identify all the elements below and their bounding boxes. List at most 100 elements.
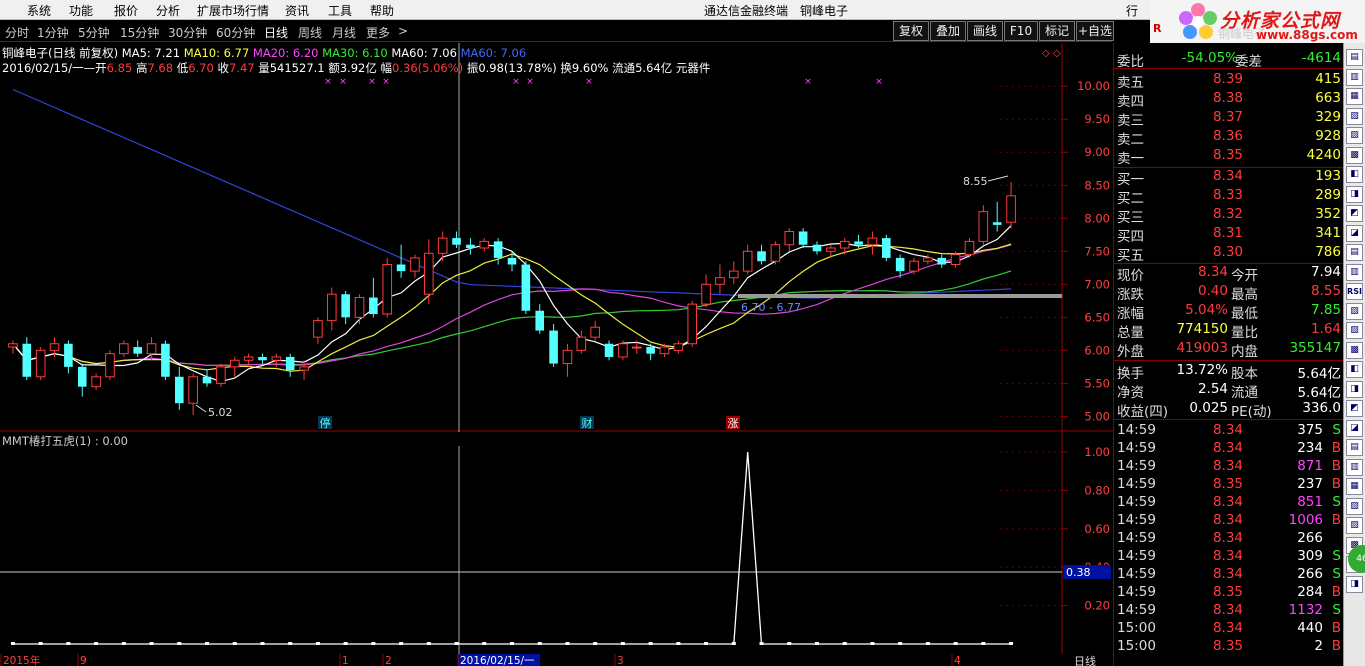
sidebar-tool-9-icon[interactable]: ◩ [1346, 205, 1363, 222]
tick-time: 14:59 [1117, 548, 1156, 564]
menu-quote[interactable]: 报价 [114, 2, 138, 19]
bid-label: 买四 [1117, 229, 1144, 245]
tick-price: 8.34 [1212, 620, 1243, 636]
menu-tools[interactable]: 工具 [328, 2, 352, 19]
candlestick-chart[interactable]: 10.00 9.50 9.00 8.50 8.00 7.50 7.00 6.50 6.00 5.5… [0, 43, 1113, 432]
expand-icon: ◇ [1042, 48, 1050, 59]
candle-body-up [424, 252, 434, 295]
tick-price: 8.34 [1212, 566, 1243, 582]
stat-row: 涨跌 0.40 最高 8.55 [1117, 283, 1343, 303]
f10-button[interactable]: F10 [1004, 21, 1038, 41]
sidebar-tool-22-icon[interactable]: ▥ [1346, 458, 1363, 476]
ma60b-label: MA60: 7.06 [460, 46, 527, 60]
candle-body-down [757, 251, 766, 262]
menu-extended-market[interactable]: 扩展市场行情 [197, 2, 269, 19]
sidebar-tool-21-icon[interactable]: ▤ [1346, 439, 1363, 456]
sidebar-tool-20-icon[interactable]: ◪ [1346, 419, 1363, 437]
sidebar-tool-15-icon[interactable]: ▨ [1346, 322, 1363, 339]
menu-system[interactable]: 系统 [27, 2, 51, 19]
sidebar-tool-11-icon[interactable]: ▤ [1346, 244, 1363, 261]
period-weekly[interactable]: 周线 [298, 24, 322, 41]
add-watchlist-button[interactable]: +自选 [1076, 21, 1114, 41]
sidebar-tool-1-icon[interactable]: ▤ [1346, 49, 1363, 66]
sidebar-tool-14-icon[interactable]: ▧ [1346, 302, 1363, 320]
ind-tick-label: 0.20 [1084, 599, 1110, 613]
period-15min[interactable]: 15分钟 [120, 24, 159, 41]
sidebar-tool-5-icon[interactable]: ▨ [1346, 127, 1363, 144]
indicator-title: MMT椿打五虎(1) : 0.00 [2, 434, 128, 448]
tick-row: 14:59 8.35 237 B [1117, 476, 1343, 494]
sidebar-tool-23-icon[interactable]: ▦ [1346, 478, 1363, 495]
tick-row: 14:59 8.35 284 B [1117, 584, 1343, 602]
chg-value: 0.36(5.06%) [392, 61, 464, 75]
indicator-dot [981, 642, 986, 645]
ma30-label: MA30: 6.10 [322, 46, 388, 60]
menu-info[interactable]: 资讯 [285, 2, 309, 19]
overlay-button[interactable]: 叠加 [930, 21, 966, 41]
chevron-right-icon[interactable]: > [398, 24, 408, 38]
turn-value: 9.60% [571, 61, 609, 75]
low-price-label: 5.02 [208, 406, 233, 419]
candle-body-up [354, 297, 365, 318]
period-5min[interactable]: 5分钟 [78, 24, 110, 41]
sidebar-tool-19-icon[interactable]: ◩ [1346, 400, 1363, 417]
ma60-label: MA60: 7.06 [391, 46, 457, 60]
period-more[interactable]: 更多 [366, 24, 390, 41]
candle-body-down [521, 264, 531, 311]
indicator-dot [399, 642, 404, 645]
stat-value: 5.04% [1185, 302, 1228, 318]
menu-help[interactable]: 帮助 [370, 2, 394, 19]
tick-price: 8.34 [1212, 422, 1243, 438]
candle-body-down [646, 347, 655, 354]
menu-analysis[interactable]: 分析 [156, 2, 180, 19]
mark-button[interactable]: 标记 [1039, 21, 1075, 41]
period-1min[interactable]: 1分钟 [37, 24, 69, 41]
bid-row: 买二 8.33 289 [1117, 187, 1343, 207]
indicator-dot [870, 642, 875, 645]
sidebar-tool-18-icon[interactable]: ◨ [1346, 380, 1363, 398]
sidebar-tool-25-icon[interactable]: ▨ [1346, 517, 1363, 534]
menu-function[interactable]: 功能 [69, 2, 93, 19]
period-daily[interactable]: 日线 [264, 24, 288, 41]
sidebar-tool-6-icon[interactable]: ▩ [1346, 146, 1363, 164]
sidebar-tool-2-icon[interactable]: ▥ [1346, 68, 1363, 86]
period-fenshi[interactable]: 分时 [5, 24, 29, 41]
bid-price: 8.31 [1212, 225, 1243, 241]
ind-tick-label: 0.80 [1084, 483, 1110, 497]
tick-row: 14:59 8.34 1006 B [1117, 512, 1343, 530]
sidebar-tool-28-icon[interactable]: ◨ [1346, 575, 1363, 593]
sidebar-tool-3-icon[interactable]: ▦ [1346, 88, 1363, 105]
sidebar-tool-12-icon[interactable]: ▥ [1346, 263, 1363, 281]
sidebar-tool-10-icon[interactable]: ◪ [1346, 224, 1363, 242]
sidebar-tool-8-icon[interactable]: ◨ [1346, 185, 1363, 203]
sidebar-tool-17-icon[interactable]: ◧ [1346, 361, 1363, 378]
ask-volume: 4240 [1306, 147, 1341, 163]
indicator-dot [925, 642, 930, 645]
tick-time: 14:59 [1117, 584, 1156, 600]
fuquan-button[interactable]: 复权 [893, 21, 929, 41]
indicator-dot [676, 642, 681, 645]
open-label: 开 [95, 61, 107, 75]
period-label: 日线 [1074, 654, 1096, 666]
draw-button[interactable]: 画线 [967, 21, 1003, 41]
sidebar-tool-16-icon[interactable]: ▩ [1346, 341, 1363, 359]
weibi-label: 委比 [1117, 54, 1144, 70]
menu-right-item[interactable]: 行 [1126, 2, 1138, 19]
sidebar-tool-13-icon[interactable]: RSI [1346, 283, 1363, 300]
candle-body-up [576, 336, 587, 351]
candle-body-up [826, 247, 836, 252]
period-monthly[interactable]: 月线 [332, 24, 356, 41]
cursor-value: 0.38 [1066, 566, 1091, 579]
period-60min[interactable]: 60分钟 [216, 24, 255, 41]
sidebar-tool-4-icon[interactable]: ▧ [1346, 107, 1363, 125]
ask-volume: 329 [1315, 109, 1341, 125]
stat-label: 涨跌 [1117, 287, 1144, 303]
candle-body-down [369, 297, 378, 315]
indicator-chart[interactable]: 1.000.800.600.400.200.38 [0, 432, 1113, 654]
indicator-dot [731, 642, 736, 645]
period-30min[interactable]: 30分钟 [168, 24, 207, 41]
sidebar-tool-24-icon[interactable]: ▧ [1346, 497, 1363, 515]
sidebar-tool-7-icon[interactable]: ◧ [1346, 166, 1363, 183]
stat-value2: 7.85 [1310, 302, 1341, 318]
stat-row: 涨幅 5.04% 最低 7.85 [1117, 302, 1343, 322]
